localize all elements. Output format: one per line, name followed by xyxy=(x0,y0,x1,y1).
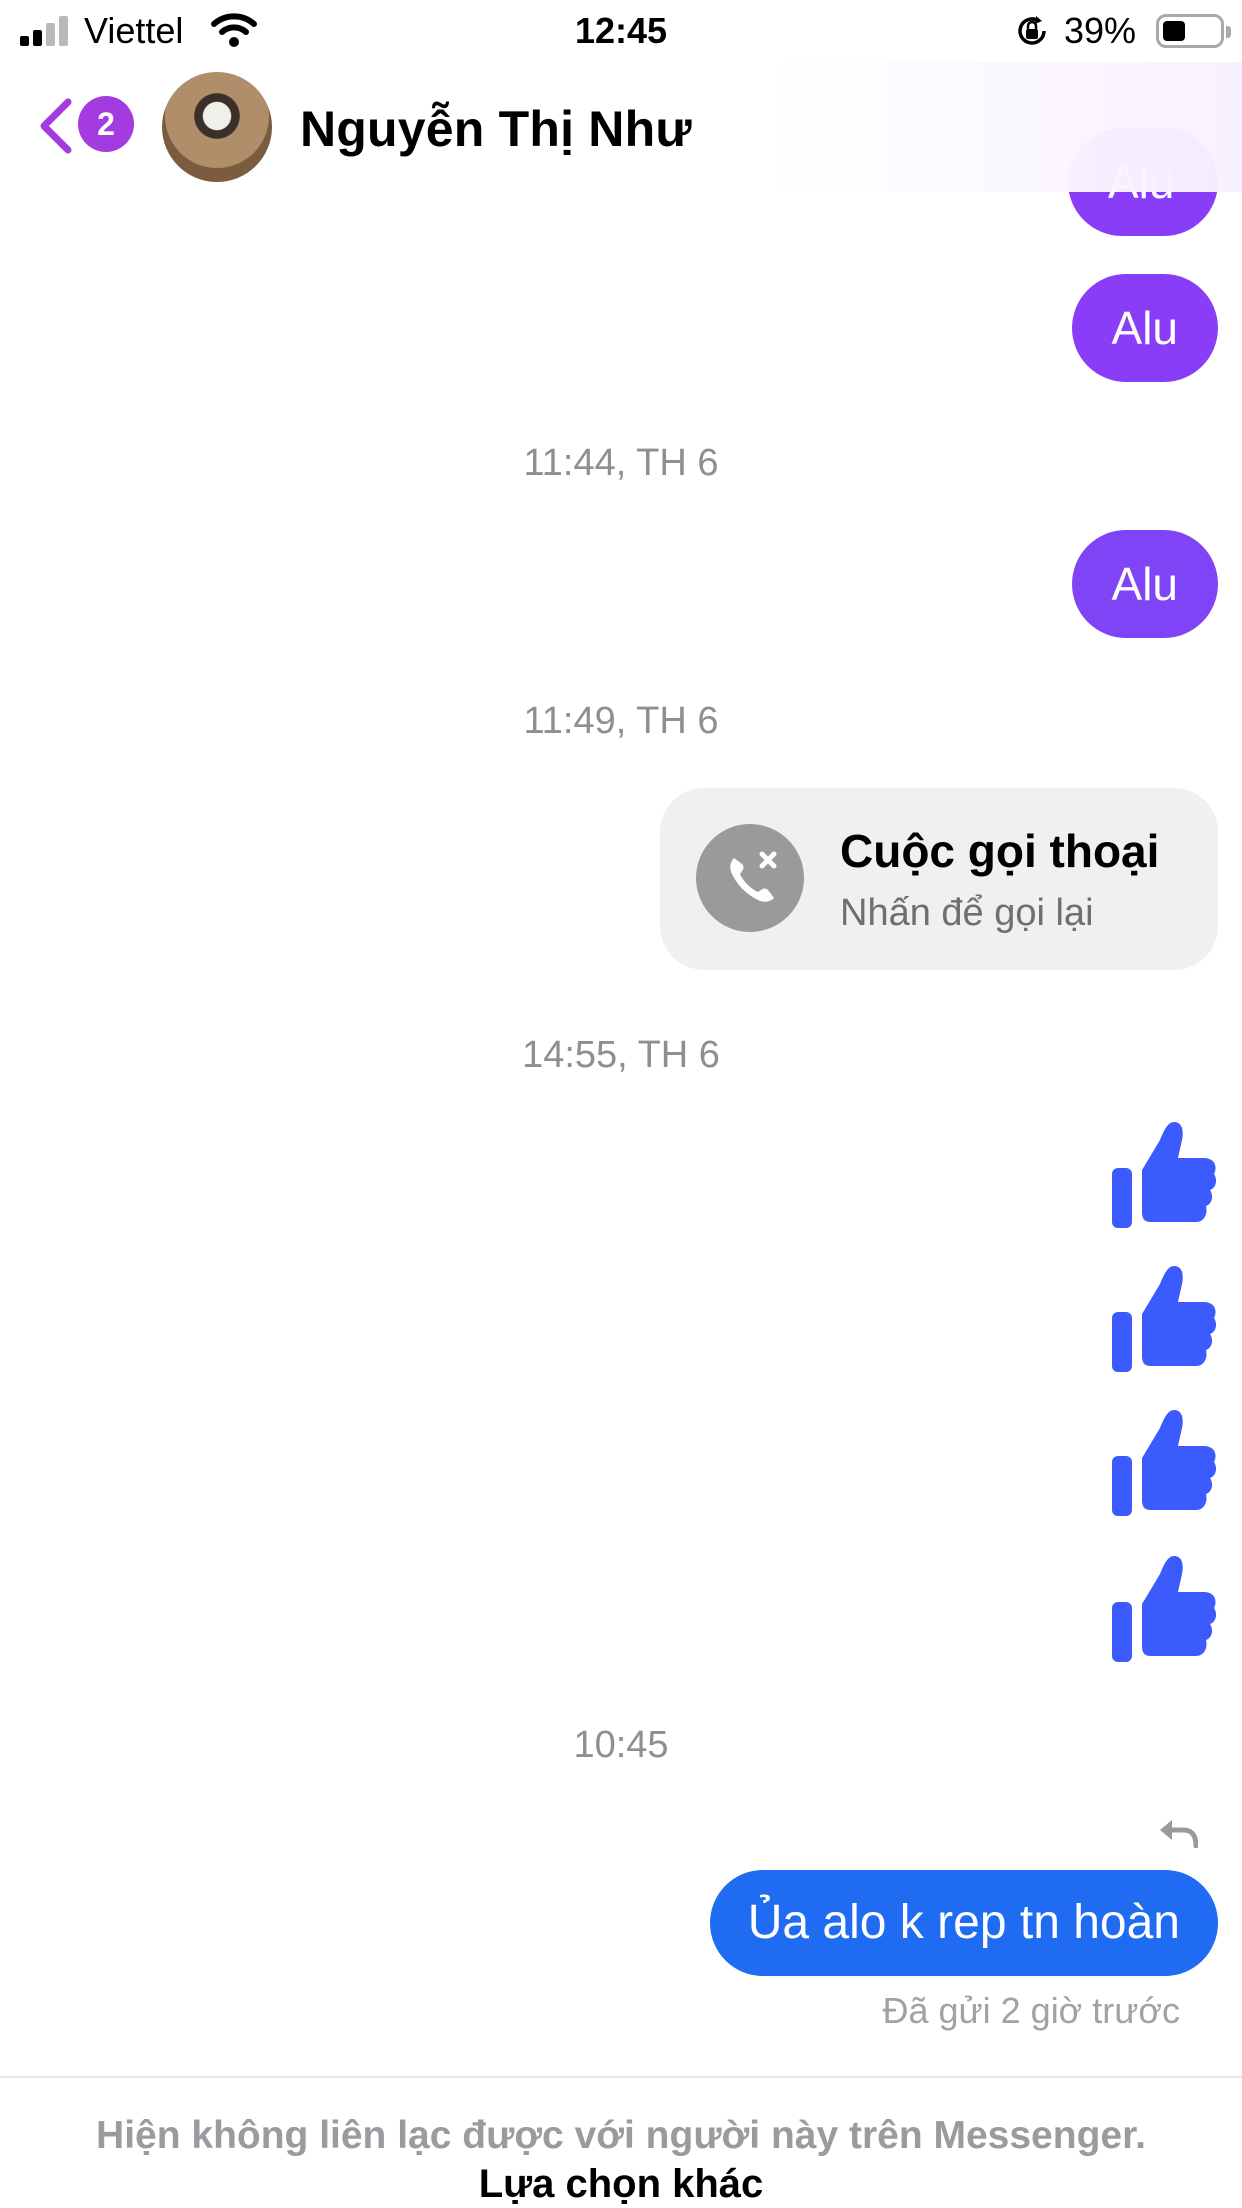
like-thumbs-up-icon[interactable] xyxy=(1110,1262,1218,1374)
sent-status: Đã gửi 2 giờ trước xyxy=(882,1990,1181,2031)
timestamp: 11:49, TH 6 xyxy=(523,700,719,742)
timestamp: 10:45 xyxy=(573,1724,669,1766)
timestamp: 11:44, TH 6 xyxy=(523,442,719,484)
chevron-left-icon xyxy=(40,98,72,154)
like-thumbs-up-icon[interactable] xyxy=(1110,1552,1218,1664)
clock: 12:45 xyxy=(574,10,668,51)
unread-badge: 2 xyxy=(78,96,134,152)
message-bubble[interactable]: Alu xyxy=(1071,274,1218,382)
avatar[interactable] xyxy=(162,72,272,182)
battery-percent: 39% xyxy=(1064,10,1137,51)
message-bubble[interactable]: Alu xyxy=(1071,530,1218,638)
contact-name[interactable]: Nguyễn Thị Như xyxy=(300,100,692,158)
missed-call-card[interactable]: Cuộc gọi thoại Nhấn để gọi lại xyxy=(660,788,1218,970)
like-thumbs-up-icon[interactable] xyxy=(1110,1118,1218,1230)
battery-icon xyxy=(1156,14,1231,48)
chat-header: 2 Nguyễn Thị Như xyxy=(0,62,1242,192)
status-bar: Viettel 12:45 39% xyxy=(0,0,1242,62)
missed-call-icon xyxy=(696,824,804,932)
reply-icon[interactable] xyxy=(1158,1818,1198,1848)
call-title: Cuộc gọi thoại xyxy=(840,825,1160,877)
unavailable-notice: Hiện không liên lạc được với người này t… xyxy=(96,2114,1146,2157)
like-thumbs-up-icon[interactable] xyxy=(1110,1406,1218,1518)
timestamp: 14:55, TH 6 xyxy=(522,1034,720,1076)
back-button[interactable]: 2 xyxy=(36,94,136,154)
rotation-lock-icon xyxy=(1018,16,1046,45)
divider xyxy=(0,2076,1242,2078)
more-options-button[interactable]: Lựa chọn khác xyxy=(0,2162,1242,2207)
message-text: Ủa alo k rep tn hoàn xyxy=(747,1896,1180,1949)
call-subtitle: Nhấn để gọi lại xyxy=(840,892,1094,934)
message-text: Alu xyxy=(1111,558,1178,610)
message-bubble[interactable]: Ủa alo k rep tn hoàn xyxy=(709,1870,1218,1976)
message-text: Alu xyxy=(1111,302,1178,354)
